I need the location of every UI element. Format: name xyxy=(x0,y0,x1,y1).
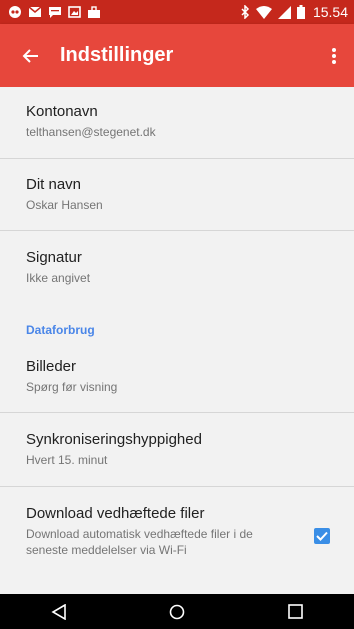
pref-title: Billeder xyxy=(26,358,77,375)
pref-summary: Oskar Hansen xyxy=(26,198,103,212)
battery-icon xyxy=(296,5,305,19)
pref-summary: Spørg før visning xyxy=(26,380,118,394)
check-icon xyxy=(316,531,328,541)
back-button[interactable] xyxy=(8,24,52,87)
more-vert-icon xyxy=(332,47,336,64)
wifi-icon xyxy=(255,5,272,19)
divider xyxy=(0,486,354,487)
nav-recents-button[interactable] xyxy=(265,594,325,629)
navigation-bar xyxy=(0,594,354,629)
page-title: Indstillinger xyxy=(60,44,174,66)
square-recents-icon xyxy=(287,604,303,619)
pref-download-attachments[interactable]: Download vedhæftede filer Download autom… xyxy=(26,505,284,558)
divider xyxy=(0,158,354,159)
download-attachments-checkbox[interactable] xyxy=(314,528,330,544)
app-bar: Indstillinger xyxy=(0,24,354,87)
message-icon xyxy=(48,6,62,19)
arrow-back-icon xyxy=(22,48,38,63)
pref-title: Signatur xyxy=(26,249,82,266)
pref-summary: Hvert 15. minut xyxy=(26,453,108,467)
briefcase-icon xyxy=(87,5,101,19)
pref-sync-frequency[interactable]: Synkroniseringshyppighed Hvert 15. minut xyxy=(26,431,338,468)
image-icon xyxy=(68,6,81,18)
chat-icon xyxy=(8,5,22,19)
pref-title: Synkroniseringshyppighed xyxy=(26,431,202,448)
status-bar-notifications xyxy=(8,5,101,19)
divider xyxy=(0,412,354,413)
nav-home-button[interactable] xyxy=(147,594,207,629)
circle-home-icon xyxy=(169,604,185,619)
settings-list: Kontonavn telthansen@stegenet.dk Dit nav… xyxy=(0,87,354,594)
pref-summary: Ikke angivet xyxy=(26,271,91,285)
pref-signature[interactable]: Signatur Ikke angivet xyxy=(26,249,338,286)
pref-summary: telthansen@stegenet.dk xyxy=(26,125,156,139)
triangle-back-icon xyxy=(51,603,66,620)
signal-icon xyxy=(277,5,291,19)
category-header-data-usage: Dataforbrug xyxy=(26,323,95,337)
overflow-menu-button[interactable] xyxy=(320,24,348,87)
status-bar: 15.54 xyxy=(0,0,354,24)
status-bar-system: 15.54 xyxy=(240,4,348,20)
pref-title: Download vedhæftede filer xyxy=(26,505,205,522)
status-time: 15.54 xyxy=(312,4,348,20)
divider xyxy=(0,230,354,231)
nav-back-button[interactable] xyxy=(29,594,89,629)
pref-your-name[interactable]: Dit navn Oskar Hansen xyxy=(26,176,338,213)
pref-title: Dit navn xyxy=(26,176,82,193)
pref-title: Kontonavn xyxy=(26,103,98,120)
pref-images[interactable]: Billeder Spørg før visning xyxy=(26,358,338,395)
pref-account-name[interactable]: Kontonavn telthansen@stegenet.dk xyxy=(26,103,338,140)
mail-icon xyxy=(28,6,42,18)
pref-summary: Download automatisk vedhæftede filer i d… xyxy=(26,527,253,557)
bluetooth-icon xyxy=(240,5,250,19)
